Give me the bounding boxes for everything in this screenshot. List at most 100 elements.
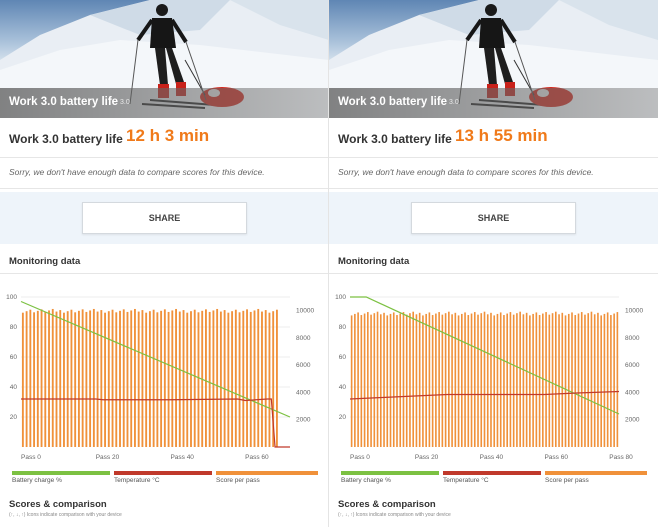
legend-swatch-battery bbox=[341, 471, 439, 475]
score-bar bbox=[227, 312, 230, 447]
score-bar bbox=[264, 310, 267, 447]
legend-swatch-score bbox=[216, 471, 318, 475]
score-bar bbox=[186, 312, 189, 447]
share-button[interactable]: SHARE bbox=[82, 202, 247, 234]
score-bar bbox=[36, 310, 39, 447]
x-axis-tick-label: Pass 0 bbox=[21, 454, 41, 461]
share-button[interactable]: SHARE bbox=[411, 202, 576, 234]
legend-label-temperature: Temperature °C bbox=[114, 477, 160, 484]
scores-subtitle: (↑, ↓, ↑) Icons indicate comparison with… bbox=[338, 512, 451, 518]
left-axis-tick-label: 20 bbox=[339, 414, 347, 421]
x-axis-tick-label: Pass 60 bbox=[245, 454, 269, 461]
score-bar bbox=[613, 313, 615, 447]
score-bar bbox=[535, 312, 538, 447]
scores-title: Scores & comparison bbox=[338, 499, 436, 510]
score-bar bbox=[122, 309, 125, 447]
score-value: 12 h 3 min bbox=[126, 126, 210, 145]
left-axis-tick-label: 20 bbox=[10, 414, 18, 421]
score-bar bbox=[438, 312, 440, 447]
score-bar bbox=[178, 311, 181, 447]
no-data-message: Sorry, we don't have enough data to comp… bbox=[338, 167, 594, 177]
monitoring-chart: 20 40 60 80 100 2000 4000 6000 8000 10000 Pass 0 Pa… bbox=[6, 294, 314, 461]
score-bar bbox=[402, 312, 405, 447]
x-axis-tick-label: Pass 0 bbox=[350, 454, 370, 461]
score-bar bbox=[554, 311, 557, 447]
left-axis-tick-label: 100 bbox=[335, 294, 346, 301]
monitoring-chart: 20 40 60 80 100 2000 4000 6000 8000 10000 Pass 0 Pa… bbox=[335, 294, 643, 461]
score-bar bbox=[409, 313, 411, 447]
score-bar bbox=[473, 312, 476, 447]
score-bar bbox=[137, 311, 140, 447]
left-axis-tick-label: 40 bbox=[339, 384, 347, 391]
score-bar bbox=[242, 310, 245, 447]
score-bar bbox=[490, 312, 492, 447]
score-bar bbox=[590, 311, 593, 447]
score-bar bbox=[152, 309, 155, 447]
right-axis-tick-label: 6000 bbox=[296, 362, 311, 369]
score-bar bbox=[130, 310, 133, 447]
score-bar bbox=[66, 311, 69, 447]
score-bar bbox=[542, 313, 544, 447]
score-bar bbox=[503, 315, 505, 447]
no-data-message: Sorry, we don't have enough data to comp… bbox=[9, 167, 265, 177]
score-bar bbox=[107, 311, 110, 447]
score-bar bbox=[509, 312, 512, 447]
score-bar bbox=[616, 312, 619, 447]
score-bar bbox=[418, 312, 421, 447]
score-bar bbox=[59, 310, 62, 447]
score-bar bbox=[370, 314, 372, 447]
score-bar bbox=[532, 313, 534, 447]
hero-image: Work 3.0 battery life 3.0 bbox=[0, 0, 328, 118]
score-bar bbox=[96, 311, 99, 447]
score-bar bbox=[457, 315, 460, 447]
legend-label-score: Score per pass bbox=[545, 477, 589, 484]
score-bar bbox=[516, 313, 518, 447]
left-axis-tick-label: 60 bbox=[10, 354, 18, 361]
score-bar bbox=[525, 312, 528, 447]
score-bar bbox=[48, 310, 50, 447]
score-bar bbox=[44, 311, 47, 447]
score-bar bbox=[477, 314, 479, 447]
score-bar bbox=[383, 312, 385, 447]
score-bar bbox=[600, 315, 602, 447]
x-axis-tick-label: Pass 20 bbox=[96, 454, 120, 461]
score-bar bbox=[190, 311, 192, 447]
score-bar bbox=[412, 311, 415, 447]
score-bar bbox=[115, 312, 118, 447]
score-bar bbox=[223, 310, 226, 447]
score-bar bbox=[175, 308, 177, 447]
x-axis-tick-label: Pass 80 bbox=[609, 454, 633, 461]
divider bbox=[329, 273, 658, 274]
score-bar bbox=[126, 311, 129, 447]
score-bar bbox=[379, 314, 382, 447]
left-axis-tick-label: 100 bbox=[6, 294, 17, 301]
score-bar bbox=[40, 309, 43, 447]
score-bar bbox=[461, 313, 463, 447]
score-bar bbox=[376, 311, 379, 447]
score-bar bbox=[431, 315, 434, 447]
score-bar bbox=[454, 312, 457, 447]
result-panel-right: Work 3.0 battery life 3.0 Work 3.0 batte… bbox=[329, 0, 658, 527]
divider bbox=[329, 188, 658, 189]
score-bar bbox=[246, 309, 248, 447]
score-bar bbox=[405, 314, 408, 447]
score-bar bbox=[464, 312, 466, 447]
score-bar bbox=[354, 313, 356, 447]
right-axis-tick-label: 4000 bbox=[296, 389, 311, 396]
score-bar bbox=[171, 310, 174, 447]
share-band: SHARE bbox=[329, 192, 658, 244]
hero-version: 3.0 bbox=[449, 99, 459, 106]
score-value: 13 h 55 min bbox=[455, 126, 548, 145]
score-bar bbox=[141, 310, 144, 447]
score-bar bbox=[499, 312, 502, 447]
score-bar bbox=[571, 312, 573, 447]
score-bar bbox=[467, 315, 470, 447]
legend-swatch-temperature bbox=[114, 471, 212, 475]
hero-version: 3.0 bbox=[120, 99, 130, 106]
score-bar bbox=[167, 311, 170, 447]
score-bar bbox=[425, 313, 427, 447]
score-bar bbox=[522, 314, 525, 447]
chart-legend: Battery charge % Temperature °C Score pe… bbox=[329, 471, 658, 485]
monitoring-title: Monitoring data bbox=[338, 256, 410, 267]
score-bar bbox=[134, 308, 136, 447]
